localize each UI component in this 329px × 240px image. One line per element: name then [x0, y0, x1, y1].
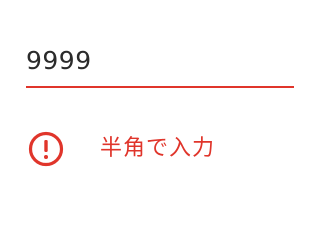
validation-error: 半角で入力	[28, 130, 215, 168]
error-message: 半角で入力	[100, 136, 216, 161]
exclamation-circle-icon	[28, 131, 64, 167]
number-input[interactable]	[26, 38, 294, 82]
field-underline	[26, 86, 294, 88]
number-field[interactable]	[26, 38, 294, 89]
